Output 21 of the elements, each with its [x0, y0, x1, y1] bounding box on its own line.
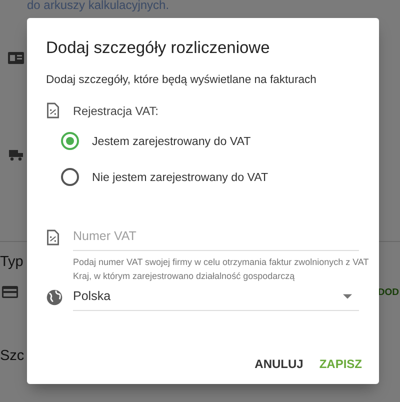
- credit-card-icon: [2, 286, 18, 298]
- cancel-button[interactable]: ANULUJ: [250, 351, 308, 377]
- field-label: Kraj, w którym zarejestrowano działalność gospodarczą: [73, 271, 296, 281]
- section-title: Szc: [0, 348, 24, 364]
- note-text: do arkuszy kalkulacyjnych.: [27, 0, 170, 12]
- dialog-title: Dodaj szczegóły rozliczeniowe: [46, 38, 271, 59]
- caret-icon: [343, 294, 352, 298]
- hint-text: Podaj numer VAT swojej firmy w celu otrzymania faktur zwolnionych z VAT: [73, 257, 370, 267]
- country-select[interactable]: Polska: [73, 283, 359, 311]
- globe-icon: [46, 288, 63, 306]
- radio-button[interactable]: [61, 168, 79, 186]
- id-card-icon: [8, 52, 24, 64]
- document-percent-icon: [46, 229, 60, 246]
- truck-icon: [8, 149, 24, 161]
- radio-button[interactable]: [61, 132, 79, 150]
- option-label[interactable]: Jestem zarejestrowany do VAT: [92, 134, 251, 148]
- option-label[interactable]: Nie jestem zarejestrowany do VAT: [92, 170, 268, 184]
- dialog-subtitle: Dodaj szczegóły, które będą wyświetlane na fakturach: [46, 74, 318, 86]
- section-title: Typ: [0, 254, 24, 270]
- field-label: Rejestracja VAT:: [73, 104, 158, 118]
- document-percent-icon: [46, 102, 60, 119]
